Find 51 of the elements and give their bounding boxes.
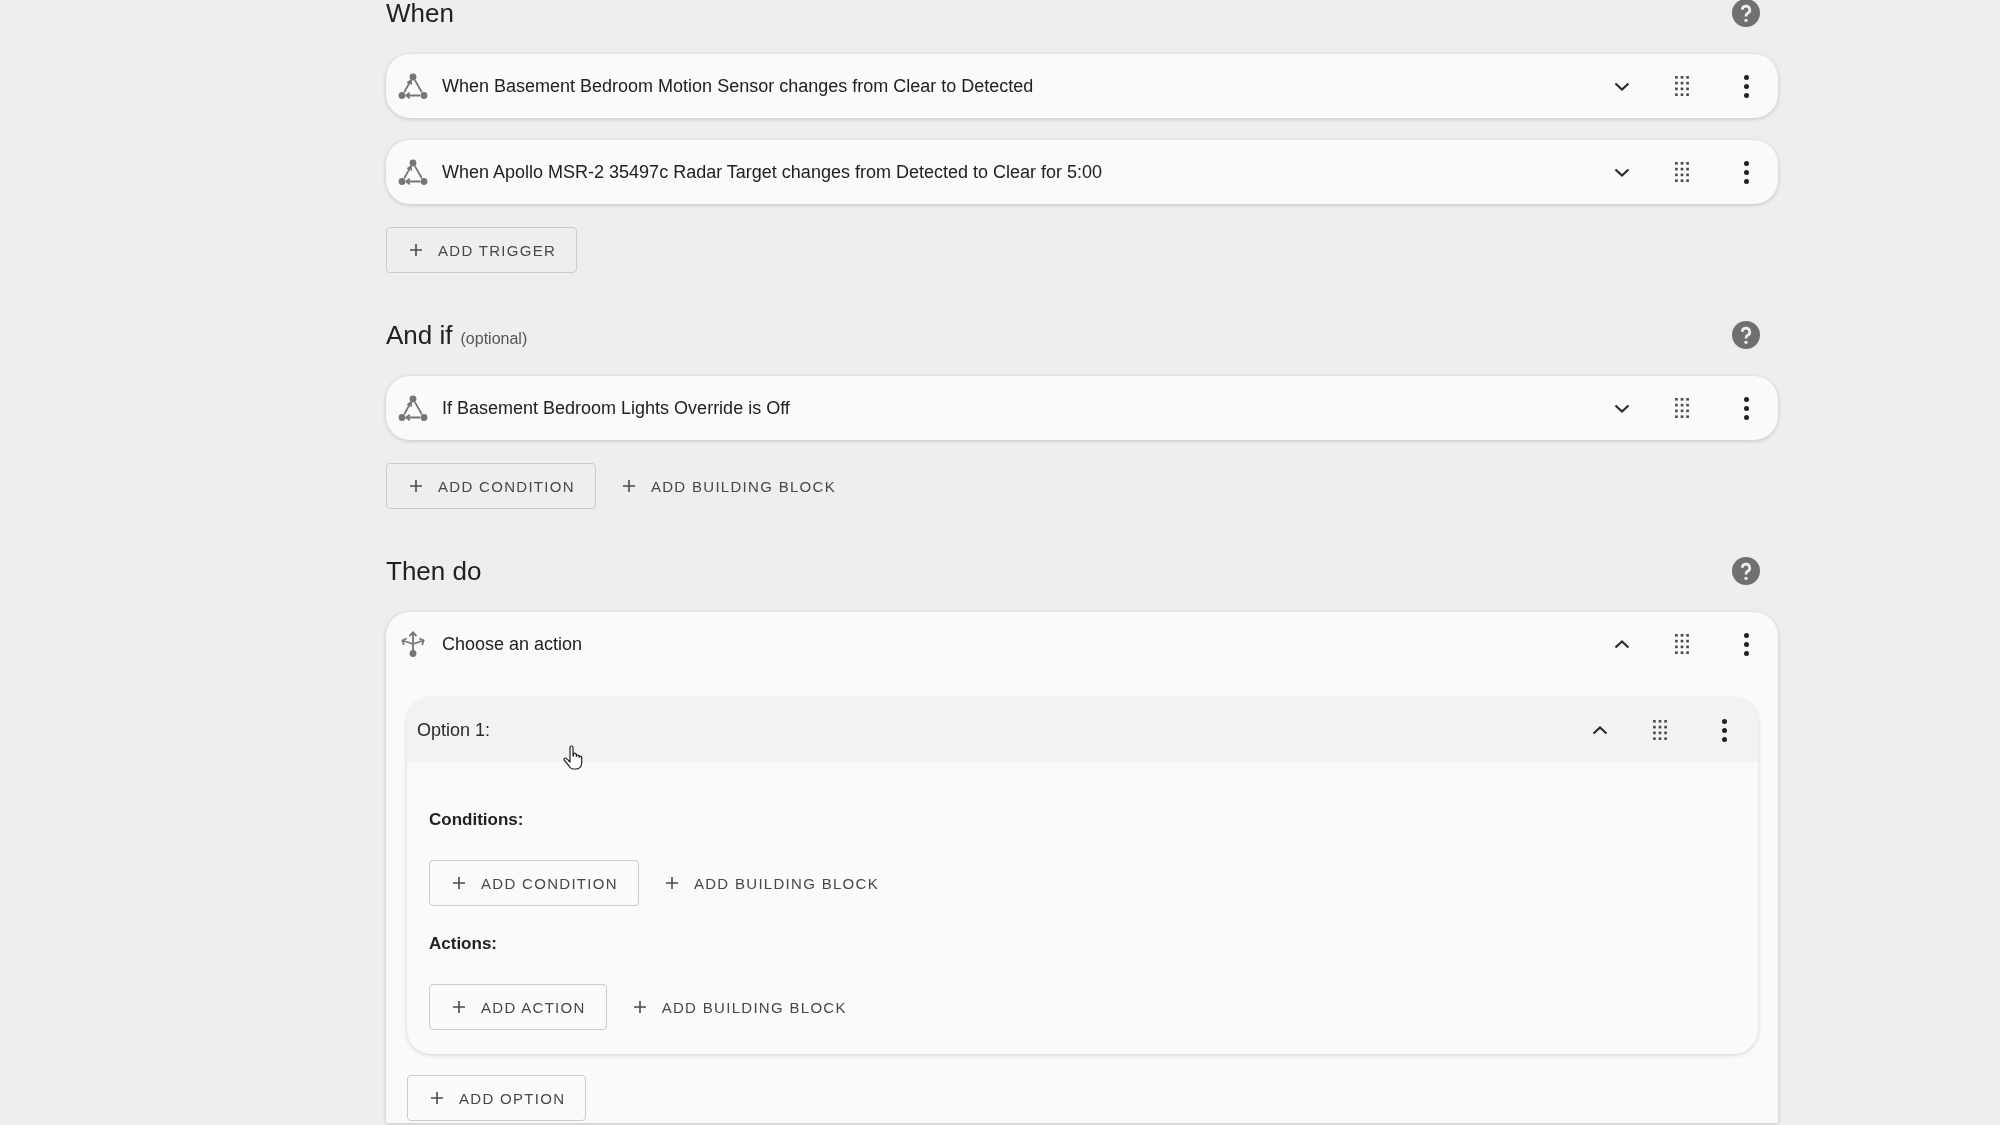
chevron-down-icon[interactable] [1614,403,1630,413]
node-graph-icon [398,394,428,422]
group-label: Conditions: [429,810,525,830]
help-icon[interactable] [1732,557,1760,585]
chevron-up-icon[interactable] [1592,725,1608,735]
chevron-down-icon[interactable] [1614,81,1630,91]
drag-handle-icon[interactable] [1675,76,1689,96]
chevron-down-icon[interactable] [1614,167,1630,177]
add-button[interactable]: ADD CONDITION [429,860,639,906]
drag-handle-icon[interactable] [1653,720,1667,740]
card-summary: If Basement Bedroom Lights Override is Off [442,397,791,419]
plus-icon [430,1091,444,1105]
plus-icon [664,876,679,890]
more-options-icon[interactable] [1743,632,1749,656]
help-icon[interactable] [1732,321,1760,349]
plus-icon [409,479,423,493]
card-summary: When Basement Bedroom Motion Sensor changes from Clear to Detected [442,75,1035,97]
option-header[interactable]: Option 1: [407,698,1758,762]
more-options-icon[interactable] [1743,160,1749,184]
add-button[interactable]: ADD ACTION [429,984,607,1030]
arrow-split-icon [400,630,426,658]
option-title: Option 1: [417,719,491,741]
plus-icon [452,876,466,890]
section-heading: Then do [386,558,482,584]
plus-icon [409,243,423,257]
card-summary: When Apollo MSR-2 35497c Radar Target changes from Detected to Clear for 5:00 [442,161,1104,183]
optional-note: (optional) [460,330,528,348]
hand-cursor-icon [563,745,583,771]
more-options-icon[interactable] [1721,718,1727,742]
more-options-icon[interactable] [1743,74,1749,98]
plus-icon [452,1000,466,1014]
section-heading: When [386,0,454,26]
more-options-icon[interactable] [1743,396,1749,420]
group-label: Actions: [429,934,498,954]
node-graph-icon [398,158,428,186]
drag-handle-icon[interactable] [1675,634,1689,654]
add-button[interactable]: ADD BUILDING BLOCK [614,984,864,1030]
chevron-up-icon[interactable] [1614,639,1630,649]
add-button[interactable]: ADD OPTION [407,1075,587,1121]
node-graph-icon [398,72,428,100]
plus-icon [632,1000,647,1014]
help-icon[interactable] [1732,0,1760,27]
add-button[interactable]: ADD BUILDING BLOCK [603,463,853,509]
add-button[interactable]: ADD TRIGGER [386,227,578,273]
drag-handle-icon[interactable] [1675,162,1689,182]
drag-handle-icon[interactable] [1675,398,1689,418]
add-button[interactable]: ADD BUILDING BLOCK [646,860,896,906]
add-button[interactable]: ADD CONDITION [386,463,596,509]
plus-icon [621,479,636,493]
section-heading: And if [386,322,453,348]
card-summary: Choose an action [442,633,584,655]
